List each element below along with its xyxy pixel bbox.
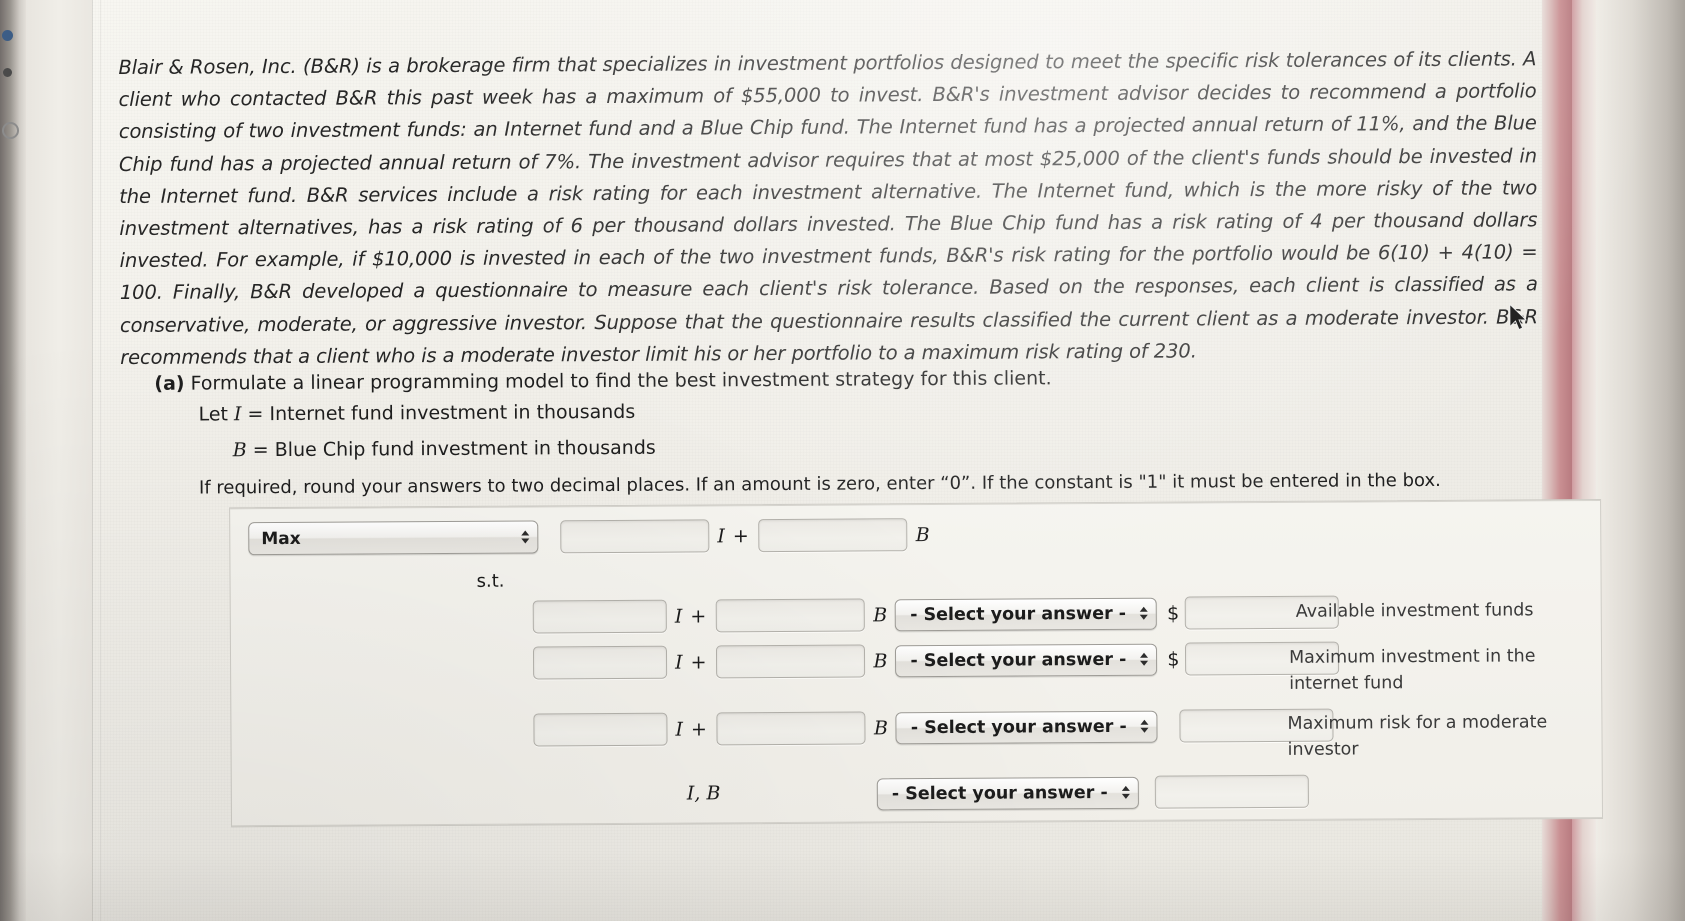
constraint-2-dollar-sign: $ [1167, 648, 1180, 671]
panel-bottom-rule [232, 816, 1603, 827]
constraint-1-var-b-label: B [873, 603, 888, 626]
constraint-1-coef-b-input[interactable] [716, 598, 866, 633]
constraint-1-label: Available investment funds [1295, 600, 1534, 622]
nonnegativity-relation-select[interactable]: - Select your answer - [876, 776, 1139, 810]
panel-top-rule [230, 499, 1601, 510]
constraint-2-plus-sign: + [690, 650, 707, 674]
nonnegativity-relation-value: - Select your answer - [891, 782, 1108, 804]
part-a-text: Formulate a linear programming model to … [190, 367, 1052, 395]
constraint-2-coef-i-input[interactable] [532, 645, 668, 680]
constraint-3-label: Maximum risk for a moderate investor [1287, 712, 1548, 760]
stepper-up-down-arrows-icon [1140, 716, 1149, 736]
objective-plus-sign: + [732, 524, 749, 547]
constraint-2-label: Maximum investment in the internet fund [1288, 646, 1536, 694]
constraint-3-coef-b-input[interactable] [716, 711, 866, 746]
photographed-screen: Blair & Rosen, Inc. (B&R) is a brokerage… [0, 0, 1685, 921]
subject-to-label: s.t. [476, 570, 505, 592]
mouse-pointer-icon [1509, 303, 1527, 330]
page-left-rule [92, 0, 93, 921]
definition-i-text: = Internet fund investment in thousands [241, 400, 636, 426]
nonnegativity-vars-label: I, B [686, 782, 721, 805]
stepper-up-down-arrows-icon [521, 527, 530, 547]
constraint-1-relation-select[interactable]: - Select your answer - [895, 597, 1158, 631]
part-a-marker: (a) [154, 372, 185, 395]
definition-i-variable: I [233, 403, 242, 426]
definition-i-prefix: Let [198, 403, 235, 426]
constraint-2-var-i-label: I [674, 651, 683, 674]
constraint-2-relation-value: - Select your answer - [910, 649, 1127, 671]
definition-b: B = Blue Chip fund investment in thousan… [233, 437, 656, 462]
photo-left-margin [26, 0, 92, 921]
constraint-3-relation-value: - Select your answer - [910, 716, 1127, 738]
objective-direction-value: Max [261, 528, 301, 549]
constraint-1-var-i-label: I [674, 605, 683, 628]
definition-i: Let I = Internet fund investment in thou… [198, 401, 635, 426]
stepper-up-down-arrows-icon [1140, 649, 1149, 669]
objective-direction-select[interactable]: Max [248, 520, 539, 556]
camera-ring-icon [2, 122, 19, 139]
constraint-2-coef-b-input[interactable] [716, 644, 866, 679]
objective-var-i-label: I [717, 524, 725, 547]
objective-coef-i-input[interactable] [560, 519, 710, 554]
constraint-3-relation-select[interactable]: - Select your answer - [895, 710, 1158, 744]
page-content: Blair & Rosen, Inc. (B&R) is a brokerage… [118, 0, 1604, 921]
constraint-2-var-b-label: B [873, 649, 888, 672]
nonnegativity-row: - Select your answer - [876, 774, 1309, 811]
constraint-1-plus-sign: + [690, 604, 707, 628]
objective-row: Max I + B [248, 518, 938, 556]
constraint-row-1: I + B - Select your answer - $ [532, 595, 1340, 634]
nonnegativity-rhs-input[interactable] [1154, 774, 1309, 809]
rounding-note: If required, round your answers to two d… [198, 469, 1441, 499]
constraint-row-2: I + B - Select your answer - $ [532, 641, 1340, 680]
page-left-rule-2 [100, 0, 101, 921]
answer-form-panel: Max I + B s.t. I + B - Select your answe… [229, 498, 1604, 828]
constraint-3-var-i-label: I [675, 718, 684, 741]
constraint-3-coef-i-input[interactable] [533, 712, 668, 747]
photo-right-margin [1596, 0, 1685, 921]
constraint-row-3: I + B - Select your answer - [533, 708, 1334, 747]
objective-var-b-label: B [915, 523, 930, 546]
stepper-up-down-arrows-icon [1139, 603, 1149, 623]
camera-dot-blue-icon [2, 30, 13, 41]
constraint-1-dollar-sign: $ [1166, 602, 1180, 625]
problem-statement: Blair & Rosen, Inc. (B&R) is a brokerage… [118, 47, 1539, 369]
stepper-up-down-arrows-icon [1121, 782, 1130, 802]
constraint-3-plus-sign: + [690, 717, 707, 741]
constraint-1-relation-value: - Select your answer - [910, 603, 1127, 625]
definition-b-text: = Blue Chip fund investment in thousands [246, 436, 656, 462]
definition-b-variable: B [232, 439, 247, 462]
objective-coef-b-input[interactable] [758, 518, 908, 553]
constraint-1-coef-i-input[interactable] [532, 599, 667, 634]
camera-dot-dark-icon [3, 68, 12, 77]
constraint-2-relation-select[interactable]: - Select your answer - [895, 643, 1158, 677]
constraint-3-var-b-label: B [873, 716, 888, 739]
